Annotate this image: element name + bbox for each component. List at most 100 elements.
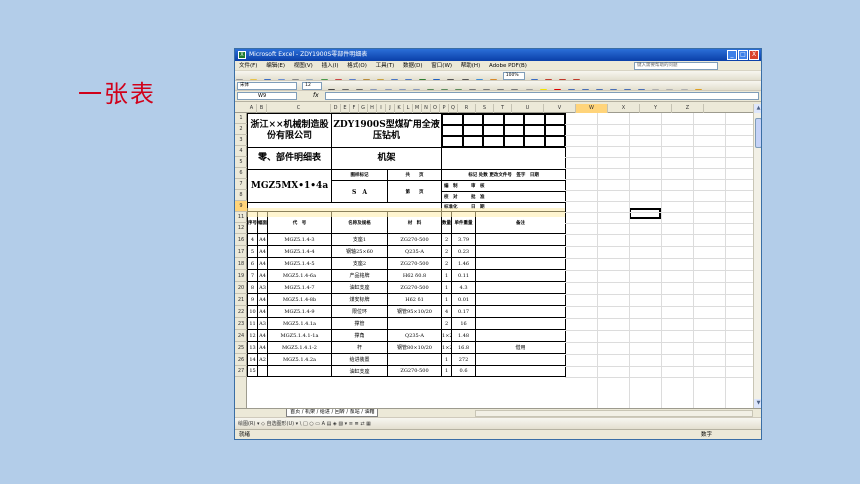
cell-qty[interactable]: 2 <box>441 317 453 330</box>
cell-name[interactable]: 支座1 <box>331 233 389 246</box>
formula-input[interactable] <box>325 92 759 100</box>
column-header-l[interactable]: L <box>404 104 413 113</box>
cell-material[interactable]: ZG270-500 <box>387 281 443 294</box>
menu-insert[interactable]: 插入(I) <box>322 63 339 69</box>
cell-size[interactable]: A4 <box>257 293 268 306</box>
cell-name[interactable]: 油缸支座 <box>331 281 389 294</box>
vertical-scrollbar[interactable]: ▲ ▼ <box>753 104 761 408</box>
table-row[interactable]: 11 A3 MGZ5.1.4.1a 撑管 2 16 <box>247 317 567 330</box>
cell-material[interactable]: H62 δ0.8 <box>387 269 443 282</box>
cell-code[interactable] <box>266 365 333 377</box>
cell-size[interactable]: A4 <box>257 269 268 282</box>
table-row[interactable]: 8 A3 MGZ5.1.4-7 油缸支座 ZG270-500 1 4.3 <box>247 281 567 294</box>
cell-size[interactable]: A3 <box>257 317 268 330</box>
column-header-e[interactable]: E <box>341 104 350 113</box>
cell-remark[interactable] <box>475 353 567 366</box>
table-row[interactable]: 14 A2 MGZ5.1.4.2a 给进装置 1 272 <box>247 353 567 366</box>
cell-size[interactable]: A3 <box>257 281 268 294</box>
row-header-12[interactable]: 12 <box>235 223 247 234</box>
cell-weight[interactable]: 0.23 <box>451 245 477 258</box>
menu-data[interactable]: 数据(D) <box>403 63 423 69</box>
menu-view[interactable]: 视图(V) <box>294 63 313 69</box>
cell-remark[interactable] <box>475 281 567 294</box>
cell-material[interactable] <box>387 353 443 366</box>
row-header-20[interactable]: 20 <box>235 282 247 294</box>
row-header-24[interactable]: 24 <box>235 330 247 342</box>
table-row[interactable]: 13 A4 MGZ5.1.4.1-2 杆 钢管80×10/20 1×2 16.8… <box>247 341 567 354</box>
cell-seq[interactable]: 13 <box>247 341 258 354</box>
row-header-17[interactable]: 17 <box>235 246 247 258</box>
cell-name[interactable]: 钢轴25×60 <box>331 245 389 258</box>
row-header-11[interactable]: 11 <box>235 212 247 223</box>
row-header-8[interactable]: 8 <box>235 190 247 201</box>
cell-qty[interactable]: 2 <box>441 257 453 270</box>
cell-seq[interactable]: 14 <box>247 353 258 366</box>
row-header-23[interactable]: 23 <box>235 318 247 330</box>
cell-qty[interactable]: 1 <box>441 269 453 282</box>
cell-code[interactable]: MGZ5.1.4-8b <box>266 293 333 306</box>
table-row[interactable]: 12 A4 MGZ5.1.4.1-1a 撑角 Q235-A 1×2 1.48 <box>247 329 567 342</box>
table-row[interactable]: 10 A4 MGZ5.1.4-9 限位环 钢管95×10/20 4 0.17 <box>247 305 567 318</box>
minimize-button[interactable]: _ <box>727 50 737 60</box>
cell-code[interactable]: MGZ5.1.4-4 <box>266 245 333 258</box>
menu-edit[interactable]: 编辑(E) <box>266 63 285 69</box>
menu-tools[interactable]: 工具(T) <box>376 63 395 69</box>
cell-code[interactable]: MGZ5.1.4-6a <box>266 269 333 282</box>
row-header-6[interactable]: 6 <box>235 168 247 179</box>
column-header-h[interactable]: H <box>368 104 377 113</box>
row-header-2[interactable]: 2 <box>235 124 247 135</box>
column-header-k[interactable]: K <box>395 104 404 113</box>
cell-name[interactable]: 撑角 <box>331 329 389 342</box>
column-header-r[interactable]: R <box>458 104 476 113</box>
menu-format[interactable]: 格式(O) <box>347 63 367 69</box>
column-header-u[interactable]: U <box>512 104 544 113</box>
column-header-j[interactable]: J <box>386 104 395 113</box>
column-header-y[interactable]: Y <box>640 104 672 113</box>
row-header-9[interactable]: 9 <box>235 201 247 212</box>
cell-seq[interactable]: 8 <box>247 281 258 294</box>
cell-remark[interactable] <box>475 329 567 342</box>
column-header-o[interactable]: O <box>431 104 440 113</box>
cell-weight[interactable]: 1.48 <box>451 329 477 342</box>
close-button[interactable]: X <box>749 50 759 60</box>
cell-size[interactable]: A4 <box>257 233 268 246</box>
column-header-g[interactable]: G <box>359 104 368 113</box>
column-header-i[interactable]: I <box>377 104 386 113</box>
row-header-7[interactable]: 7 <box>235 179 247 190</box>
cell-seq[interactable]: 5 <box>247 245 258 258</box>
cell-code[interactable]: MGZ5.1.4-7 <box>266 281 333 294</box>
cell-seq[interactable]: 7 <box>247 269 258 282</box>
cell-qty[interactable]: 2 <box>441 233 453 246</box>
cell-qty[interactable]: 4 <box>441 305 453 318</box>
row-header-18[interactable]: 18 <box>235 258 247 270</box>
sheet-tabs[interactable]: 首页 / 机架 / 给进 / 回转 / 泵站 / 油箱 <box>286 409 379 417</box>
cell-area[interactable]: 浙江××机械制造股份有限公司 ZDY1900S型煤矿用全液压钻机 零、部件明细表… <box>246 113 753 408</box>
cell-qty[interactable]: 1×2 <box>441 341 453 354</box>
cell-seq[interactable]: 9 <box>247 293 258 306</box>
font-size-select[interactable]: 12 <box>302 82 323 90</box>
font-name-select[interactable]: 宋体 <box>237 82 297 90</box>
menu-adobe-pdf[interactable]: Adobe PDF(B) <box>489 63 527 69</box>
cell-weight[interactable]: 16 <box>451 317 477 330</box>
cell-weight[interactable]: 16.8 <box>451 341 477 354</box>
row-header-19[interactable]: 19 <box>235 270 247 282</box>
cell-code[interactable]: MGZ5.1.4-5 <box>266 257 333 270</box>
column-header-v[interactable]: V <box>544 104 576 113</box>
cell-size[interactable] <box>257 365 268 377</box>
cell-material[interactable]: ZG270-500 <box>387 233 443 246</box>
cell-weight[interactable]: 0.11 <box>451 269 477 282</box>
cell-seq[interactable]: 6 <box>247 257 258 270</box>
cell-weight[interactable]: 4.3 <box>451 281 477 294</box>
cell-qty[interactable]: 1×2 <box>441 329 453 342</box>
cell-name[interactable]: 产品铭牌 <box>331 269 389 282</box>
column-header-s[interactable]: S <box>476 104 494 113</box>
cell-weight[interactable]: 3.79 <box>451 233 477 246</box>
cell-seq[interactable]: 15 <box>247 365 258 377</box>
cell-seq[interactable]: 12 <box>247 329 258 342</box>
cell-code[interactable]: MGZ5.1.4.1-2 <box>266 341 333 354</box>
cell-qty[interactable]: 1 <box>441 365 453 377</box>
row-header-25[interactable]: 25 <box>235 342 247 354</box>
cell-name[interactable]: 杆 <box>331 341 389 354</box>
cell-name[interactable]: 给进装置 <box>331 353 389 366</box>
row-header-21[interactable]: 21 <box>235 294 247 306</box>
